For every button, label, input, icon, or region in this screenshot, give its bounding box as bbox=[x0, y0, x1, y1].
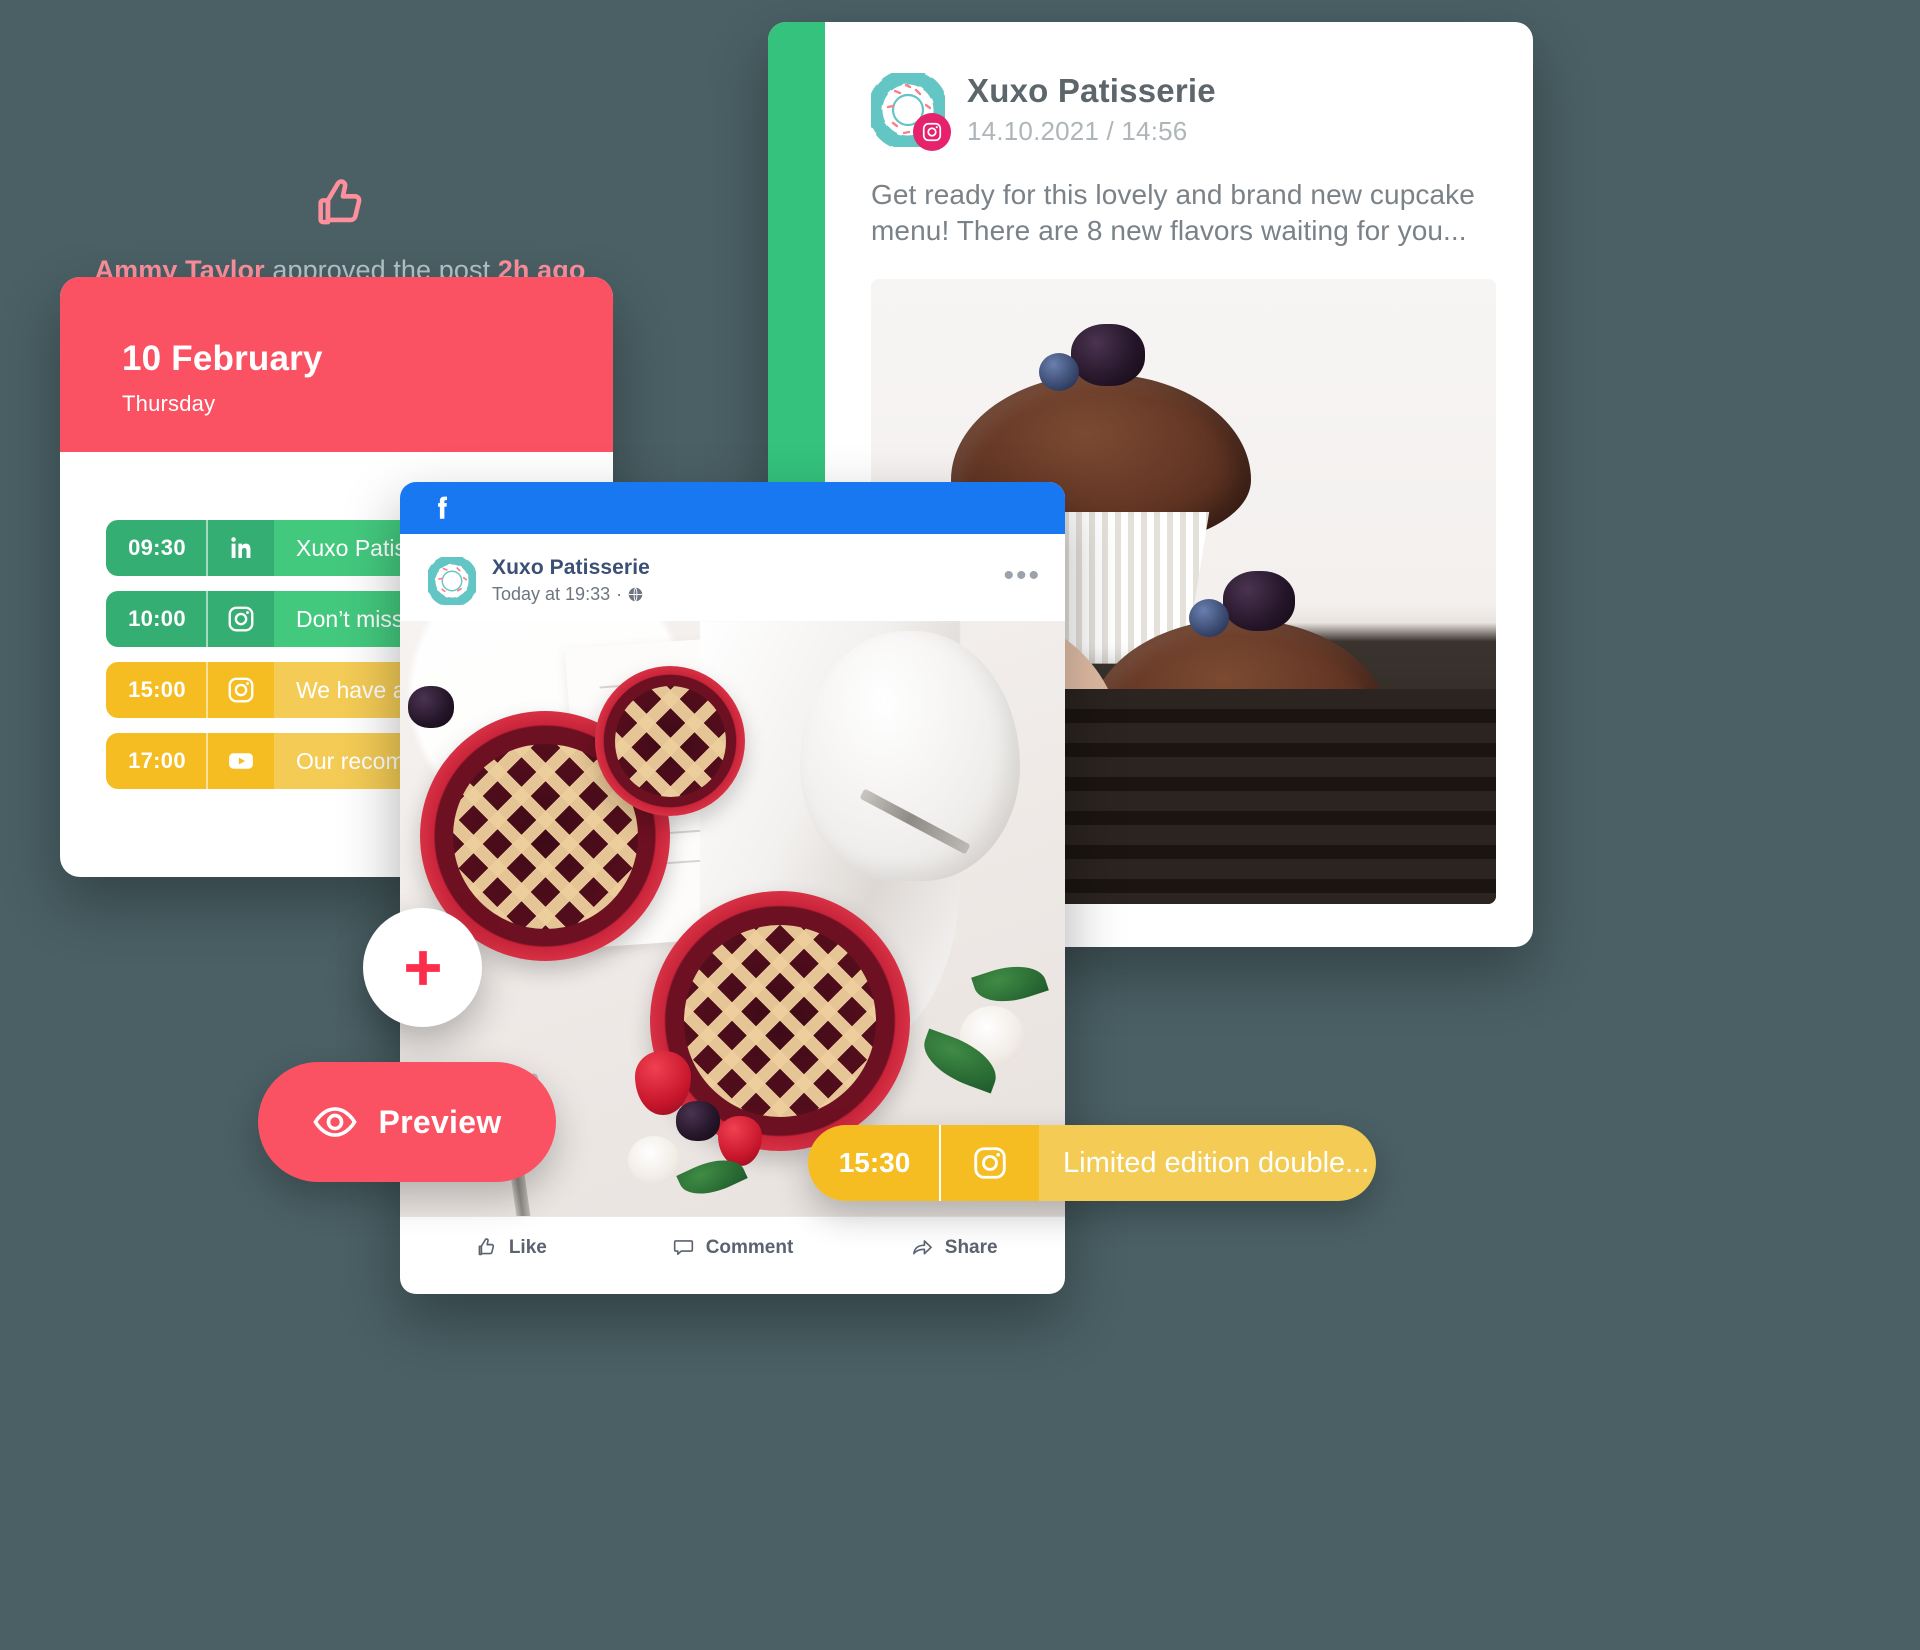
share-arrow-icon bbox=[912, 1240, 932, 1255]
instagram-icon bbox=[941, 1125, 1039, 1201]
instagram-badge bbox=[913, 112, 951, 151]
plus-icon bbox=[405, 950, 440, 985]
instagram-author: Xuxo Patisserie bbox=[967, 72, 1216, 109]
instagram-icon bbox=[208, 662, 274, 718]
facebook-action-bar: Like Comment Share bbox=[400, 1216, 1065, 1278]
calendar-header: 10 February Thursday bbox=[60, 277, 613, 452]
share-label: Share bbox=[944, 1236, 998, 1258]
facebook-timestamp: Today at 19:33 bbox=[492, 584, 611, 604]
facebook-post-header: Xuxo Patisserie Today at 19:33 · ••• bbox=[400, 534, 1065, 621]
share-button[interactable]: Share bbox=[843, 1217, 1065, 1278]
screen-root: Ammy Taylor approved the post 2h ago 10 … bbox=[0, 0, 1920, 1650]
instagram-timestamp: 14.10.2021 / 14:56 bbox=[967, 116, 1188, 146]
thumbs-up-outline-icon bbox=[478, 1238, 494, 1256]
like-button[interactable]: Like bbox=[400, 1217, 622, 1278]
meta-separator: · bbox=[616, 584, 623, 604]
facebook-title-bar bbox=[400, 482, 1065, 534]
preview-button[interactable]: Preview bbox=[258, 1062, 556, 1182]
instagram-icon bbox=[922, 122, 942, 141]
slot-time: 17:00 bbox=[106, 733, 208, 789]
linkedin-icon bbox=[208, 520, 274, 576]
eye-icon bbox=[313, 1107, 358, 1137]
add-post-button[interactable] bbox=[363, 908, 482, 1027]
more-options-icon[interactable]: ••• bbox=[1003, 560, 1041, 595]
slot-time: 15:00 bbox=[106, 662, 208, 718]
facebook-submeta: Today at 19:33 · bbox=[492, 584, 1003, 605]
pill-time: 15:30 bbox=[808, 1125, 941, 1201]
instagram-icon bbox=[208, 591, 274, 647]
instagram-post-body: Get ready for this lovely and brand new … bbox=[871, 179, 1475, 246]
avatar bbox=[867, 69, 951, 151]
comment-button[interactable]: Comment bbox=[622, 1217, 844, 1278]
floating-schedule-pill[interactable]: 15:30 Limited edition double... bbox=[808, 1125, 1376, 1201]
globe-icon bbox=[628, 587, 643, 602]
instagram-post-header: Xuxo Patisserie 14.10.2021 / 14:56 bbox=[867, 69, 1487, 151]
facebook-icon bbox=[438, 496, 447, 519]
thumbs-up-icon bbox=[318, 179, 362, 225]
slot-time: 10:00 bbox=[106, 591, 208, 647]
youtube-icon bbox=[208, 733, 274, 789]
comment-bubble-icon bbox=[673, 1240, 693, 1256]
calendar-weekday: Thursday bbox=[122, 391, 216, 416]
approval-notice: Ammy Taylor approved the post 2h ago bbox=[60, 175, 620, 286]
comment-label: Comment bbox=[705, 1236, 794, 1258]
slot-time: 09:30 bbox=[106, 520, 208, 576]
facebook-identity: Xuxo Patisserie Today at 19:33 · bbox=[492, 556, 1003, 605]
pill-text: Limited edition double... bbox=[1039, 1125, 1376, 1201]
instagram-identity: Xuxo Patisserie 14.10.2021 / 14:56 bbox=[967, 72, 1216, 147]
facebook-author: Xuxo Patisserie bbox=[492, 556, 650, 579]
calendar-date: 10 February bbox=[122, 339, 323, 378]
like-label: Like bbox=[508, 1236, 547, 1258]
donut-avatar-icon bbox=[428, 556, 476, 605]
preview-label: Preview bbox=[378, 1103, 502, 1140]
